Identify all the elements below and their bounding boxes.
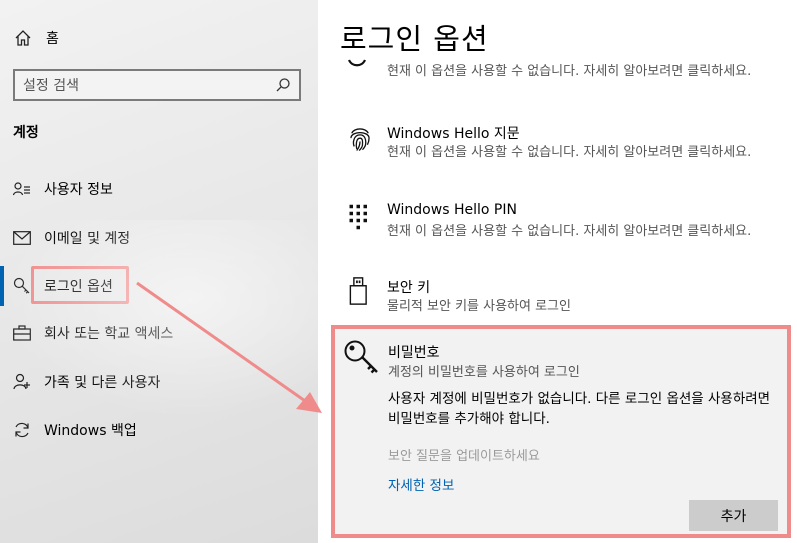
page-title: 로그인 옵션	[340, 22, 489, 56]
active-indicator	[0, 266, 4, 306]
sidebar-item-family[interactable]: 가족 및 다른 사용자	[12, 370, 160, 394]
option-desc[interactable]: 현재 이 옵션을 사용할 수 없습니다. 자세히 알아보려면 클릭하세요.	[387, 62, 777, 82]
option-desc: 물리적 보안 키를 사용하여 로그인	[387, 299, 571, 314]
search-placeholder: 설정 검색	[23, 78, 79, 94]
home-link[interactable]: 홈	[14, 28, 59, 48]
password-message: 사용자 계정에 비밀번호가 없습니다. 다른 로그인 옵션을 사용하려면 비밀번…	[388, 391, 771, 427]
fingerprint-icon	[350, 128, 370, 151]
section-title: 계정	[13, 125, 39, 141]
password-title: 비밀번호	[388, 345, 440, 361]
add-password-button[interactable]: 추가	[689, 500, 778, 531]
sidebar-item-label: 회사 또는 학교 액세스	[44, 326, 174, 342]
sidebar-item-label: 이메일 및 계정	[44, 231, 131, 247]
sidebar-item-backup[interactable]: Windows 백업	[12, 418, 137, 442]
option-desc[interactable]: 현재 이 옵션을 사용할 수 없습니다. 자세히 알아보려면 클릭하세요.	[387, 143, 777, 163]
password-option-panel[interactable]: 비밀번호 계정의 비밀번호를 사용하여 로그인 사용자 계정에 비밀번호가 없습…	[331, 325, 791, 538]
sidebar: 홈 설정 검색 계정 사용자 정보 이메일 및 계정 로그인 옵션 회사 또는 …	[0, 0, 318, 543]
sidebar-item-label: Windows 백업	[44, 423, 137, 439]
sidebar-item-work-school[interactable]: 회사 또는 학교 액세스	[12, 321, 173, 345]
search-icon[interactable]	[275, 77, 291, 93]
sidebar-item-user-info[interactable]: 사용자 정보	[12, 177, 113, 201]
home-label: 홈	[46, 31, 59, 47]
home-icon	[15, 30, 31, 46]
option-desc[interactable]: 현재 이 옵션을 사용할 수 없습니다. 자세히 알아보려면 클릭하세요.	[387, 222, 777, 242]
option-title: Windows Hello PIN	[387, 202, 517, 218]
add-user-icon	[12, 372, 32, 392]
key-icon	[12, 276, 32, 296]
sidebar-item-label: 가족 및 다른 사용자	[44, 375, 161, 391]
password-subtitle: 계정의 비밀번호를 사용하여 로그인	[388, 365, 580, 380]
option-title: Windows Hello 지문	[387, 126, 520, 142]
usb-key-icon	[349, 277, 367, 305]
annotation-highlight	[31, 266, 129, 304]
password-key-icon	[344, 340, 378, 374]
more-info-link[interactable]: 자세한 정보	[388, 474, 454, 494]
user-info-icon	[12, 179, 32, 199]
face-icon	[347, 59, 367, 67]
sidebar-item-email[interactable]: 이메일 및 계정	[12, 226, 130, 250]
mail-icon	[12, 228, 32, 248]
search-input[interactable]: 설정 검색	[13, 69, 301, 101]
pin-keypad-icon	[349, 204, 367, 230]
briefcase-icon	[12, 323, 32, 343]
update-security-questions-link: 보안 질문을 업데이트하세요	[388, 449, 540, 464]
option-title: 보안 키	[387, 280, 431, 296]
sync-icon	[12, 420, 32, 440]
sidebar-item-label: 사용자 정보	[44, 182, 113, 198]
